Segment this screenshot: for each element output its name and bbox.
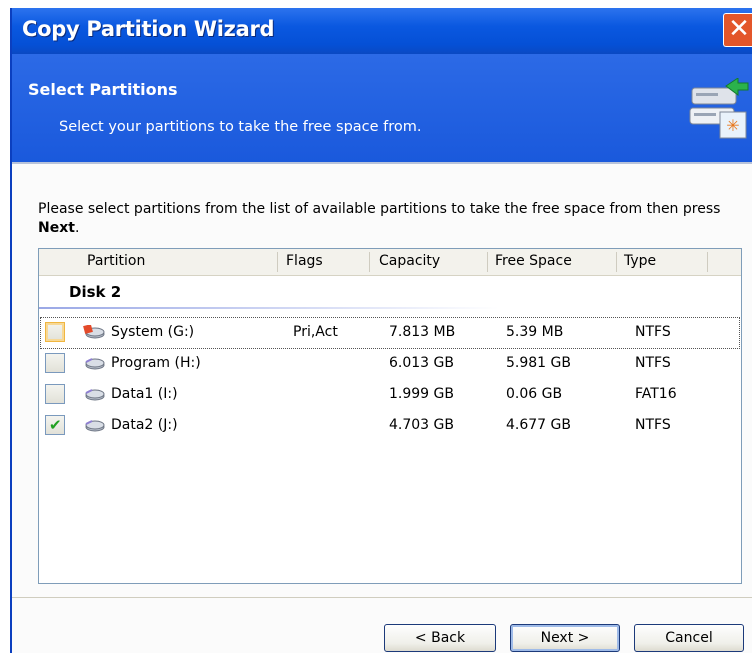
- partition-capacity: 6.013 GB: [389, 355, 454, 371]
- partition-row-data2[interactable]: ✔ Data2 (J:) 4.703 GB 4.677 GB NTFS: [39, 409, 741, 443]
- partition-checkbox[interactable]: [45, 322, 65, 342]
- instructions-text: Please select partitions from the list o…: [38, 201, 721, 217]
- partition-list[interactable]: Partition Flags Capacity Free Space Type…: [38, 248, 742, 584]
- disk-group-label: Disk 2: [69, 283, 122, 301]
- column-separator[interactable]: [369, 252, 370, 272]
- partition-name: Data1 (I:): [111, 386, 178, 402]
- partition-checkbox[interactable]: [45, 353, 65, 373]
- wizard-header: Select Partitions Select your partitions…: [12, 54, 752, 162]
- partition-capacity: 1.999 GB: [389, 386, 454, 402]
- column-header-partition[interactable]: Partition: [87, 253, 145, 269]
- close-icon: ✕: [728, 14, 750, 44]
- footer-divider: [12, 597, 752, 598]
- partition-free-space: 5.981 GB: [506, 355, 571, 371]
- back-button[interactable]: < Back: [384, 624, 496, 652]
- partition-row-system[interactable]: System (G:) Pri,Act 7.813 MB 5.39 MB NTF…: [39, 316, 741, 350]
- column-header-flags[interactable]: Flags: [286, 253, 323, 269]
- partition-free-space: 5.39 MB: [506, 324, 564, 340]
- title-bar[interactable]: Copy Partition Wizard ✕: [12, 8, 752, 54]
- window-title: Copy Partition Wizard: [22, 17, 275, 41]
- partition-name: Program (H:): [111, 355, 201, 371]
- column-header-free-space[interactable]: Free Space: [495, 253, 572, 269]
- partition-checkbox[interactable]: ✔: [45, 415, 65, 435]
- group-underline: [39, 307, 499, 309]
- partition-icon: [85, 389, 105, 401]
- partition-type: NTFS: [635, 417, 671, 433]
- wizard-window: Copy Partition Wizard ✕ Select Partition…: [10, 8, 752, 653]
- partition-flags: Pri,Act: [293, 324, 338, 340]
- svg-text:✳: ✳: [726, 116, 739, 135]
- column-header-row: Partition Flags Capacity Free Space Type: [39, 249, 741, 276]
- partition-free-space: 0.06 GB: [506, 386, 563, 402]
- partition-row-data1[interactable]: Data1 (I:) 1.999 GB 0.06 GB FAT16: [39, 378, 741, 412]
- column-separator[interactable]: [616, 252, 617, 272]
- column-separator[interactable]: [487, 252, 488, 272]
- next-button[interactable]: Next >: [510, 624, 620, 652]
- partition-icon: [85, 420, 105, 432]
- close-button[interactable]: ✕: [723, 13, 752, 47]
- partition-type: NTFS: [635, 324, 671, 340]
- partition-type: NTFS: [635, 355, 671, 371]
- instructions-bold: Next: [38, 220, 75, 236]
- partition-checkbox[interactable]: [45, 384, 65, 404]
- page-title: Select Partitions: [28, 80, 178, 99]
- partition-name: Data2 (J:): [111, 417, 178, 433]
- column-header-type[interactable]: Type: [624, 253, 656, 269]
- column-separator[interactable]: [277, 252, 278, 272]
- partition-capacity: 7.813 MB: [389, 324, 456, 340]
- partition-type: FAT16: [635, 386, 677, 402]
- partition-icon: [85, 358, 105, 370]
- instructions-end: .: [74, 220, 80, 236]
- checkmark-icon: ✔: [49, 416, 62, 434]
- cancel-button[interactable]: Cancel: [634, 624, 744, 652]
- partition-name: System (G:): [111, 324, 195, 340]
- column-header-capacity[interactable]: Capacity: [379, 253, 440, 269]
- disk-wizard-icon: ✳: [689, 78, 749, 139]
- partition-capacity: 4.703 GB: [389, 417, 454, 433]
- instructions: Please select partitions from the list o…: [38, 200, 738, 238]
- system-partition-icon: [83, 325, 105, 339]
- column-separator[interactable]: [707, 252, 708, 272]
- partition-free-space: 4.677 GB: [506, 417, 571, 433]
- wizard-body: Please select partitions from the list o…: [12, 164, 752, 653]
- partition-row-program[interactable]: Program (H:) 6.013 GB 5.981 GB NTFS: [39, 347, 741, 381]
- page-subtitle: Select your partitions to take the free …: [59, 119, 422, 135]
